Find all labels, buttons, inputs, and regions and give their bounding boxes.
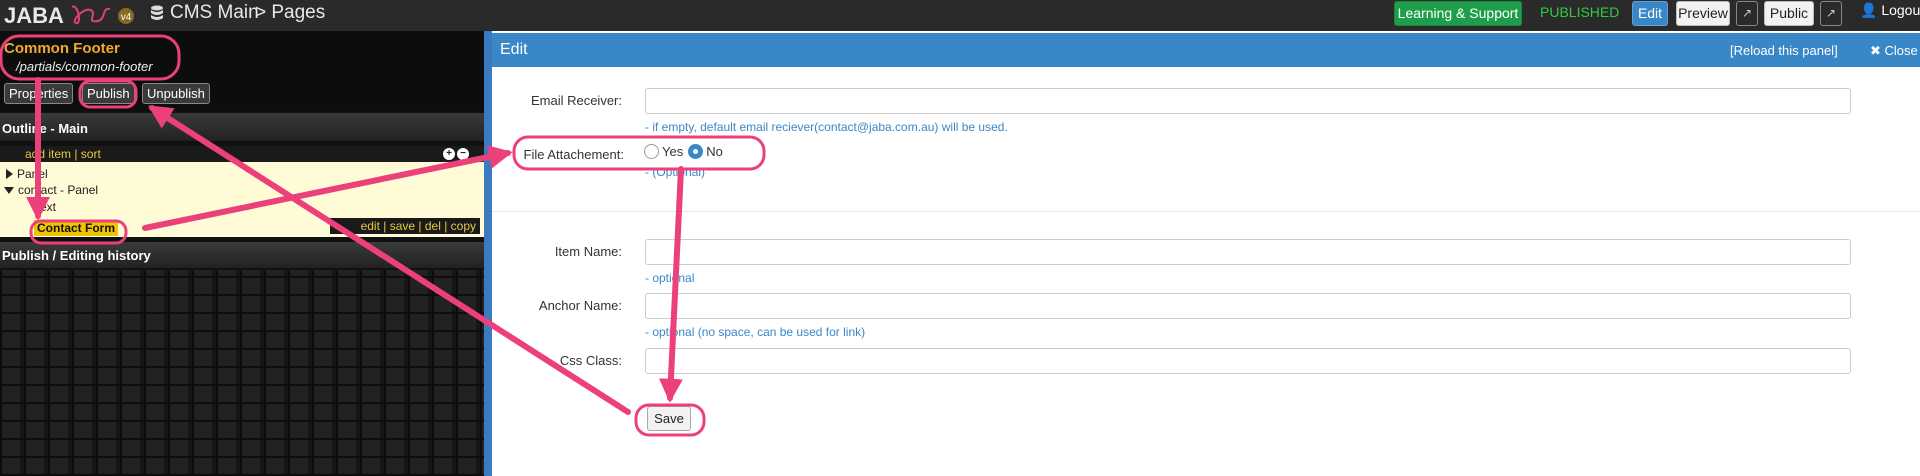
- collapse-arrow-icon[interactable]: [4, 187, 14, 194]
- tree-item-label: Panel: [17, 167, 48, 181]
- learning-support-button[interactable]: Learning & Support: [1394, 1, 1522, 26]
- anchor-name-label: Anchor Name:: [538, 298, 622, 313]
- css-class-label: Css Class:: [559, 353, 622, 368]
- css-class-input[interactable]: [645, 348, 1851, 374]
- item-name-label: Item Name:: [554, 244, 622, 259]
- attachment-no-radio[interactable]: [688, 144, 704, 159]
- breadcrumb[interactable]: > Pages: [255, 2, 325, 24]
- anchor-name-hint: - optional (no space, can be used for li…: [645, 325, 866, 339]
- tree-item-contact-form[interactable]: Contact Form: [34, 220, 118, 236]
- expand-arrow-icon[interactable]: [6, 169, 13, 179]
- user-icon: 👤: [1860, 2, 1878, 18]
- page-path: /partials/common-footer: [16, 59, 153, 74]
- logout-label: Logout: [1881, 2, 1920, 18]
- top-bar: JABA v4 CMS Main > Pages Learning & Supp…: [0, 0, 1920, 31]
- file-attachment-label: File Attachement:: [523, 147, 624, 162]
- section-divider: [492, 211, 1920, 212]
- tree-item-label: contact - Panel: [18, 183, 99, 197]
- file-attachment-options: Yes No: [644, 144, 723, 159]
- outline-header: Outline - Main: [0, 113, 484, 141]
- tree-item-contact-panel[interactable]: contact - Panel: [4, 183, 98, 197]
- page-title: Common Footer: [4, 40, 120, 57]
- file-attachment-hint: - (Optional): [645, 165, 706, 179]
- external-link-icon[interactable]: ↗: [1736, 1, 1758, 26]
- tree-item-label: Text: [34, 200, 57, 214]
- logo-text: JABA: [4, 3, 64, 28]
- edit-header: Edit [Reload this panel] ✖ Close: [492, 33, 1920, 67]
- history-panel: [0, 270, 484, 476]
- properties-button[interactable]: Properties: [4, 83, 74, 104]
- external-link-icon[interactable]: ↗: [1820, 1, 1842, 26]
- preview-button[interactable]: Preview: [1676, 1, 1730, 26]
- publish-button[interactable]: Publish: [82, 83, 135, 104]
- save-button[interactable]: Save: [647, 406, 691, 431]
- edit-panel: Edit [Reload this panel] ✖ Close Email R…: [492, 31, 1920, 476]
- close-icon: ✖: [1870, 43, 1881, 58]
- public-button[interactable]: Public: [1764, 1, 1814, 26]
- close-button[interactable]: ✖ Close: [1870, 43, 1918, 59]
- logout-button[interactable]: 👤 Logout: [1860, 2, 1920, 19]
- cms-title[interactable]: CMS Main: [150, 2, 259, 24]
- edit-title: Edit: [500, 41, 528, 58]
- page-header: Common Footer /partials/common-footer Pr…: [0, 31, 484, 111]
- unpublish-button[interactable]: Unpublish: [142, 83, 210, 104]
- logo-version: v4: [121, 12, 132, 23]
- tree-item-text[interactable]: Text: [34, 200, 56, 214]
- item-name-input[interactable]: [645, 239, 1851, 265]
- email-receiver-label: Email Receiver:: [530, 93, 622, 108]
- reload-panel-link[interactable]: [Reload this panel]: [1730, 43, 1838, 58]
- add-sort-links[interactable]: add item | sort: [25, 147, 101, 161]
- cms-screen: JABA v4 CMS Main > Pages Learning & Supp…: [0, 0, 1920, 476]
- edit-button[interactable]: Edit: [1632, 1, 1668, 26]
- status-badge: PUBLISHED: [1540, 4, 1620, 20]
- close-label: Close: [1884, 43, 1918, 58]
- outline-tree: Panel contact - Panel Text Contact Form …: [0, 162, 484, 237]
- left-panel: Common Footer /partials/common-footer Pr…: [0, 31, 484, 476]
- database-icon: [150, 5, 164, 21]
- jaba-cms-logo[interactable]: JABA v4: [2, 1, 137, 29]
- email-receiver-input[interactable]: [645, 88, 1851, 114]
- email-receiver-hint: - if empty, default email reciever(conta…: [645, 120, 1008, 134]
- attachment-no-label: No: [706, 144, 723, 159]
- tree-item-panel[interactable]: Panel: [6, 167, 48, 181]
- row-actions[interactable]: edit | save | del | copy: [330, 218, 480, 234]
- cms-title-text: CMS Main: [170, 2, 259, 23]
- attachment-yes-radio[interactable]: [644, 144, 659, 159]
- attachment-yes-label: Yes: [662, 144, 684, 159]
- outline-toolbar: add item | sort + −: [0, 146, 484, 162]
- anchor-name-input[interactable]: [645, 293, 1851, 319]
- history-header: Publish / Editing history: [0, 242, 484, 268]
- item-name-hint: - optional: [645, 271, 695, 285]
